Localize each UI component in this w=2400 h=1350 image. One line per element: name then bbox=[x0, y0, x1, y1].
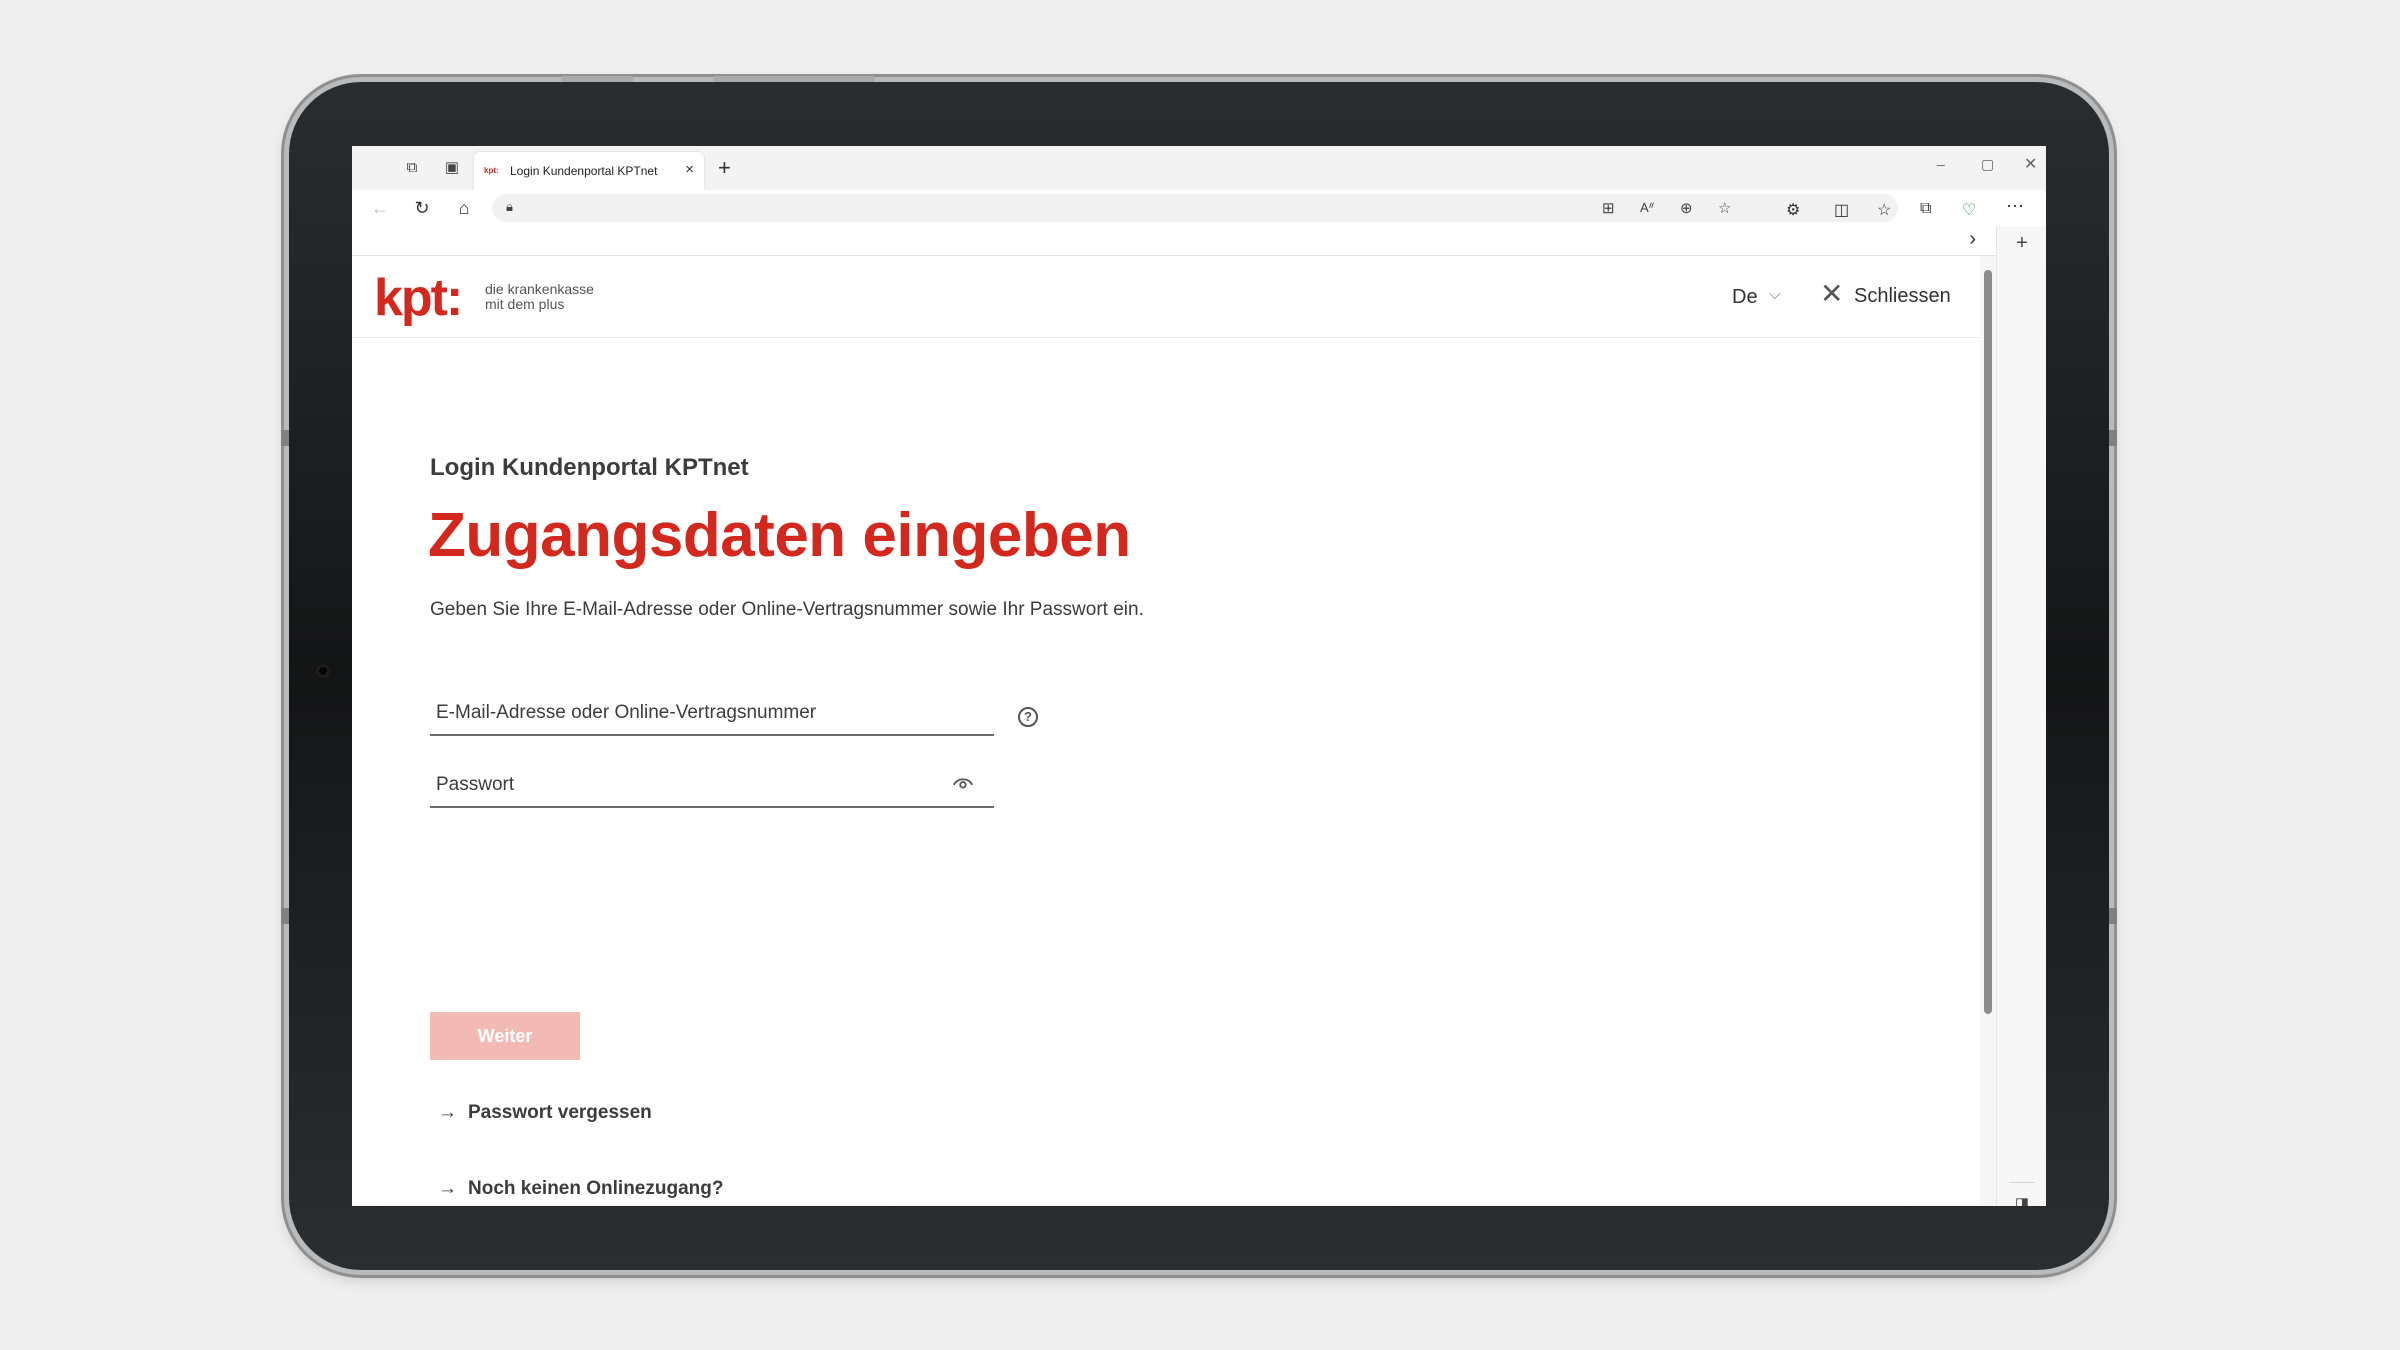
email-field: ? bbox=[430, 696, 1038, 736]
sidebar-panel-icon[interactable]: ◨ bbox=[2011, 1194, 2033, 1206]
tablet-side-notch bbox=[281, 908, 289, 924]
tablet-button bbox=[713, 76, 875, 82]
collections-icon[interactable]: ⧉ bbox=[1920, 200, 1931, 218]
close-button[interactable]: Schliessen bbox=[1854, 285, 1951, 308]
page-title: Zugangsdaten eingeben bbox=[428, 501, 1131, 570]
tagline-line1: die krankenkasse bbox=[485, 281, 594, 297]
kpt-logo[interactable]: kpt: bbox=[374, 268, 463, 328]
workspaces-icon[interactable]: ⧉ bbox=[402, 158, 422, 178]
tablet-side-notch bbox=[281, 430, 289, 446]
language-selector[interactable]: De ⌵ bbox=[1732, 286, 1781, 309]
favorite-star-icon[interactable]: ☆ bbox=[1718, 199, 1731, 217]
page-description: Geben Sie Ihre E-Mail-Adresse oder Onlin… bbox=[430, 599, 1144, 620]
lock-icon[interactable]: 🔒︎ bbox=[506, 199, 513, 215]
tab-close-icon[interactable]: × bbox=[685, 161, 694, 178]
screen: ⧉ ▣ kpt: Login Kundenportal KPTnet × + –… bbox=[352, 146, 2046, 1206]
extensions-icon[interactable]: ⚙ bbox=[1786, 200, 1800, 220]
browser-tab-bar: ⧉ ▣ kpt: Login Kundenportal KPTnet × + –… bbox=[352, 146, 2046, 190]
new-tab-button[interactable]: + bbox=[718, 155, 731, 181]
no-access-label: Noch keinen Onlinezugang? bbox=[468, 1178, 724, 1199]
tablet-frame: ⧉ ▣ kpt: Login Kundenportal KPTnet × + –… bbox=[281, 76, 2117, 1270]
web-page: kpt: die krankenkasse mit dem plus De ⌵ … bbox=[352, 256, 1996, 1206]
password-field bbox=[430, 768, 994, 808]
browser-essentials-icon[interactable]: ♡ bbox=[1962, 200, 1976, 220]
forgot-password-label: Passwort vergessen bbox=[468, 1102, 652, 1123]
tagline-line2: mit dem plus bbox=[485, 296, 565, 312]
tablet-button bbox=[561, 76, 633, 82]
window-close-icon[interactable]: ✕ bbox=[2024, 154, 2037, 174]
sidebar-divider bbox=[2009, 1182, 2035, 1183]
tablet-side-notch bbox=[2109, 430, 2117, 446]
minimize-icon[interactable]: – bbox=[1937, 156, 1945, 172]
sidebar-add-icon[interactable]: + bbox=[2011, 232, 2033, 254]
split-screen-icon[interactable]: ◫ bbox=[1834, 200, 1849, 220]
favorites-icon[interactable]: ☆ bbox=[1877, 200, 1891, 220]
logo-tagline: die krankenkasse mit dem plus bbox=[485, 282, 594, 312]
address-bar[interactable]: 🔒︎ ⊞ Aᐥ ⊕ ☆ bbox=[492, 194, 1898, 222]
tab-title: Login Kundenportal KPTnet bbox=[510, 164, 658, 178]
page-scrollbar[interactable] bbox=[1980, 256, 1996, 1206]
close-icon[interactable]: ✕ bbox=[1820, 280, 1843, 308]
chevron-right-icon[interactable]: › bbox=[1969, 228, 1976, 251]
eye-icon[interactable] bbox=[952, 772, 974, 794]
email-input[interactable] bbox=[436, 698, 976, 728]
browser-tab[interactable]: kpt: Login Kundenportal KPTnet × bbox=[474, 152, 704, 190]
no-access-link[interactable]: → Noch keinen Onlinezugang? bbox=[438, 1178, 723, 1200]
scrollbar-thumb[interactable] bbox=[1984, 270, 1992, 1014]
reload-icon[interactable]: ↻ bbox=[410, 196, 434, 220]
tab-favicon: kpt: bbox=[484, 166, 499, 175]
arrow-right-icon: → bbox=[438, 1102, 457, 1123]
forgot-password-link[interactable]: → Passwort vergessen bbox=[438, 1102, 652, 1124]
browser-toolbar: ← ↻ ⌂ 🔒︎ ⊞ Aᐥ ⊕ ☆ ⚙ ◫ ☆ ⧉ ♡ ⋯ bbox=[352, 190, 2046, 226]
language-value: De bbox=[1732, 286, 1758, 308]
browser-sidebar: + ◨ bbox=[1996, 226, 2046, 1206]
app-available-icon[interactable]: ⊞ bbox=[1602, 199, 1615, 217]
password-input[interactable] bbox=[436, 770, 936, 800]
arrow-right-icon: → bbox=[438, 1178, 457, 1199]
tablet-side-notch bbox=[2109, 908, 2117, 924]
site-header: kpt: die krankenkasse mit dem plus De ⌵ … bbox=[352, 256, 1980, 338]
help-icon[interactable]: ? bbox=[1018, 707, 1038, 727]
maximize-icon[interactable]: ▢ bbox=[1981, 156, 1994, 173]
read-aloud-icon[interactable]: Aᐥ bbox=[1640, 200, 1655, 216]
more-menu-icon[interactable]: ⋯ bbox=[2006, 196, 2024, 217]
front-camera bbox=[316, 664, 330, 678]
back-icon[interactable]: ← bbox=[368, 196, 392, 220]
submit-button[interactable]: Weiter bbox=[430, 1012, 580, 1060]
tab-actions-icon[interactable]: ▣ bbox=[442, 158, 462, 178]
home-icon[interactable]: ⌂ bbox=[452, 196, 476, 220]
zoom-icon[interactable]: ⊕ bbox=[1680, 199, 1693, 217]
page-subtitle: Login Kundenportal KPTnet bbox=[430, 454, 749, 481]
favorites-bar: › bbox=[352, 226, 1996, 256]
chevron-down-icon: ⌵ bbox=[1769, 286, 1781, 303]
